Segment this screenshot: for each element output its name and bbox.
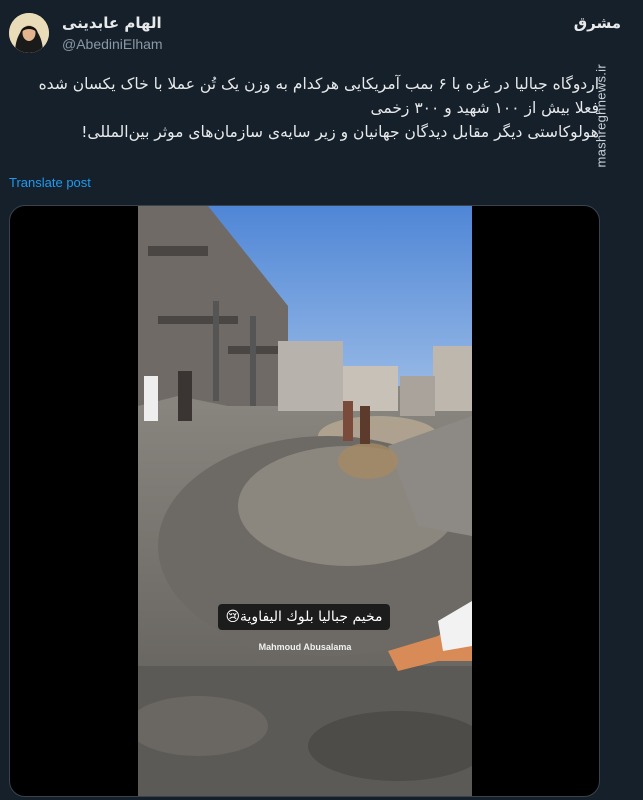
media-video[interactable]: مخیم جبالیا بلوك اليفاوية😢 Mahmoud Abusa… bbox=[9, 205, 600, 797]
tweet-line: فعلا بیش از ۱۰۰ شهید و ۳۰۰ زخمی bbox=[370, 99, 599, 117]
tweet-line: اردوگاه جبالیا در غزه با ۶ بمب آمریکایی … bbox=[38, 75, 599, 93]
author-handle[interactable]: @AbediniElham bbox=[62, 36, 163, 52]
video-scene bbox=[138, 206, 472, 796]
tweet-line: هولوکاستی دیگر مقابل دیدگان جهانیان و زی… bbox=[81, 123, 599, 141]
watermark-logo: مشرق bbox=[573, 14, 621, 32]
video-caption: مخیم جبالیا بلوك اليفاوية😢 bbox=[218, 604, 390, 630]
tweet-text: اردوگاه جبالیا در غزه با ۶ بمب آمریکایی … bbox=[14, 72, 599, 144]
translate-link[interactable]: Translate post bbox=[9, 175, 91, 190]
author-name[interactable]: الهام عابدینی bbox=[62, 14, 162, 32]
video-frame[interactable]: مخیم جبالیا بلوك اليفاوية😢 Mahmoud Abusa… bbox=[138, 206, 472, 796]
avatar[interactable] bbox=[9, 13, 49, 53]
video-credit: Mahmoud Abusalama bbox=[258, 642, 352, 652]
avatar-image bbox=[9, 13, 49, 53]
